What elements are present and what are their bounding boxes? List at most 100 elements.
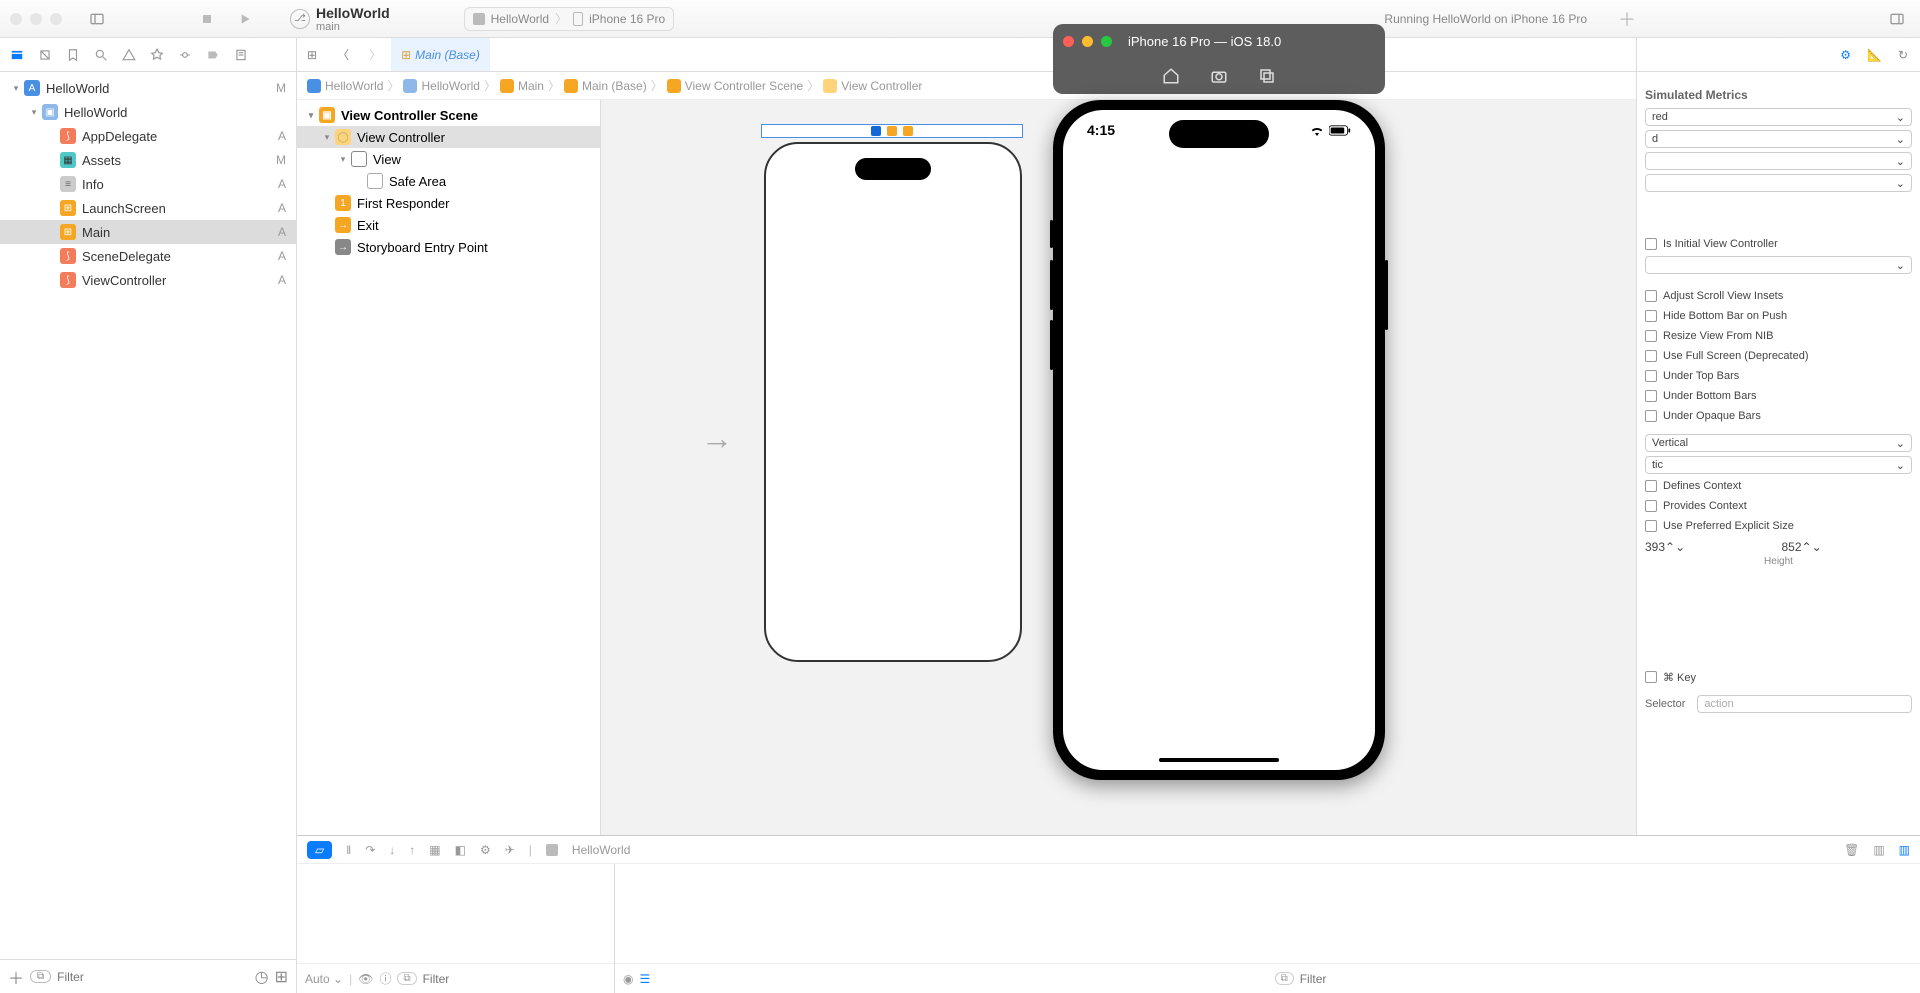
add-icon[interactable]: ＋: [8, 965, 24, 989]
transition-select[interactable]: Vertical⌄: [1645, 434, 1912, 452]
sim-zoom-dot[interactable]: [1101, 36, 1112, 47]
navigator-filter[interactable]: [57, 970, 248, 984]
project-root[interactable]: ▾ A HelloWorld M: [0, 76, 296, 100]
layout-check-2[interactable]: Resize View From NIB: [1645, 326, 1912, 346]
volume-down-button[interactable]: [1050, 260, 1053, 310]
file-info[interactable]: ≡ Info A: [0, 172, 296, 196]
crumb[interactable]: View Controller: [841, 79, 922, 93]
console-view[interactable]: ◉ ☰ ⧉: [615, 864, 1920, 993]
file-main[interactable]: ⊞ Main A: [0, 220, 296, 244]
library-icon[interactable]: [1884, 6, 1910, 32]
file-assets[interactable]: ▦ Assets M: [0, 148, 296, 172]
metric-topbar[interactable]: ⌄: [1645, 174, 1912, 192]
test-nav-icon[interactable]: [150, 48, 164, 62]
content-width-field[interactable]: 393⌃⌄: [1645, 540, 1776, 554]
defines-context-check[interactable]: Defines Context: [1645, 476, 1912, 496]
eye-icon[interactable]: 👁: [358, 972, 373, 986]
file-scenedelegate[interactable]: ⟆ SceneDelegate A: [0, 244, 296, 268]
find-nav-icon[interactable]: [94, 48, 108, 62]
volume-up-button[interactable]: [1050, 220, 1053, 248]
trash-icon[interactable]: 🗑: [1844, 843, 1859, 857]
meta-icon[interactable]: ☰: [639, 972, 650, 986]
bookmark-nav-icon[interactable]: [66, 48, 80, 62]
layout-check-5[interactable]: Under Bottom Bars: [1645, 386, 1912, 406]
continue-icon[interactable]: ‖: [346, 843, 351, 857]
info-icon[interactable]: ⓘ: [379, 970, 391, 987]
console-filter[interactable]: [1300, 972, 1912, 986]
breakpoint-nav-icon[interactable]: [206, 48, 220, 62]
filter-icon[interactable]: ⧉: [397, 972, 416, 985]
file-viewcontroller[interactable]: ⟆ ViewController A: [0, 268, 296, 292]
filter-icon[interactable]: ⧉: [1275, 972, 1294, 985]
close-dot[interactable]: [10, 13, 22, 25]
outline-entrypoint[interactable]: → Storyboard Entry Point: [297, 236, 600, 258]
step-out-icon[interactable]: ↑: [409, 843, 415, 857]
jump-bar-file[interactable]: ⊞ Main (Base): [391, 38, 490, 71]
layout-check-6[interactable]: Under Opaque Bars: [1645, 406, 1912, 426]
sim-min-dot[interactable]: [1082, 36, 1093, 47]
debug-nav-icon[interactable]: [178, 48, 192, 62]
provides-context-check[interactable]: Provides Context: [1645, 496, 1912, 516]
copy-icon[interactable]: [1258, 67, 1276, 85]
scope-select[interactable]: Auto ⌄: [305, 972, 343, 986]
content-height-field[interactable]: 852⌃⌄: [1782, 540, 1913, 554]
side-button[interactable]: [1385, 260, 1388, 330]
metric-orientation[interactable]: d⌄: [1645, 130, 1912, 148]
simulator-titlebar[interactable]: iPhone 16 Pro — iOS 18.0: [1053, 24, 1385, 58]
key-cmd-check[interactable]: ⌘ Key: [1645, 667, 1912, 687]
action-button[interactable]: [1050, 320, 1053, 370]
outline-exit[interactable]: → Exit: [297, 214, 600, 236]
initial-vc-check[interactable]: Is Initial View Controller: [1645, 234, 1912, 254]
variables-view[interactable]: Auto ⌄ | 👁 ⓘ ⧉: [297, 864, 615, 993]
layout-check-1[interactable]: Hide Bottom Bar on Push: [1645, 306, 1912, 326]
crumb[interactable]: HelloWorld: [325, 79, 383, 93]
attributes-inspector-icon[interactable]: ⚙: [1840, 48, 1851, 62]
outline-safearea[interactable]: Safe Area: [297, 170, 600, 192]
home-icon[interactable]: [1162, 67, 1180, 85]
outline-view[interactable]: ▾ View: [297, 148, 600, 170]
environment-icon[interactable]: ⚙: [480, 843, 491, 857]
step-in-icon[interactable]: ↓: [389, 843, 395, 857]
expand-icon[interactable]: ◉: [623, 972, 633, 986]
breakpoints-toggle[interactable]: ▱: [307, 841, 332, 859]
sidebar-toggle-icon[interactable]: [84, 6, 110, 32]
sim-close-dot[interactable]: [1063, 36, 1074, 47]
minimize-dot[interactable]: [30, 13, 42, 25]
split-left-icon[interactable]: ▥: [1873, 843, 1884, 857]
size-inspector-icon[interactable]: 📐: [1867, 48, 1882, 62]
scheme-target-pill[interactable]: HelloWorld 〉 iPhone 16 Pro: [464, 7, 675, 31]
connections-inspector-icon[interactable]: ↻: [1898, 48, 1908, 62]
presentation-select[interactable]: tic⌄: [1645, 456, 1912, 474]
simulator-screen[interactable]: 4:15: [1063, 110, 1375, 770]
explicit-size-check[interactable]: Use Preferred Explicit Size: [1645, 516, 1912, 536]
crumb[interactable]: Main (Base): [582, 79, 647, 93]
metric-appearance[interactable]: ⌄: [1645, 152, 1912, 170]
related-items-icon[interactable]: ⊞: [297, 38, 327, 71]
zoom-dot[interactable]: [50, 13, 62, 25]
nav-forward-icon[interactable]: 〉: [359, 38, 391, 71]
screenshot-icon[interactable]: [1210, 67, 1228, 85]
vc-selection-bar[interactable]: [761, 124, 1023, 138]
outline-firstresponder[interactable]: 1 First Responder: [297, 192, 600, 214]
step-over-icon[interactable]: ↷: [365, 843, 375, 857]
file-appdelegate[interactable]: ⟆ AppDelegate A: [0, 124, 296, 148]
memory-graph-icon[interactable]: ◧: [455, 843, 466, 857]
filter-scope-icon[interactable]: ⧉: [30, 970, 51, 983]
recent-icon[interactable]: ◷: [255, 967, 269, 987]
scm-filter-icon[interactable]: ⊞: [275, 967, 288, 987]
source-control-nav-icon[interactable]: [38, 48, 52, 62]
metric-size[interactable]: red⌄: [1645, 108, 1912, 126]
view-debug-icon[interactable]: ▦: [429, 843, 440, 857]
report-nav-icon[interactable]: [234, 48, 248, 62]
layout-check-4[interactable]: Under Top Bars: [1645, 366, 1912, 386]
project-nav-icon[interactable]: [10, 48, 24, 62]
crumb[interactable]: Main: [518, 79, 544, 93]
layout-check-0[interactable]: Adjust Scroll View Insets: [1645, 286, 1912, 306]
selector-field[interactable]: action: [1697, 695, 1912, 713]
debug-process-name[interactable]: HelloWorld: [572, 843, 630, 857]
split-right-icon[interactable]: ▥: [1899, 843, 1910, 857]
simulator-window[interactable]: iPhone 16 Pro — iOS 18.0 4:15: [1053, 24, 1385, 780]
crumb[interactable]: HelloWorld: [421, 79, 479, 93]
add-tab-icon[interactable]: ＋: [1614, 6, 1640, 32]
issue-nav-icon[interactable]: [122, 48, 136, 62]
